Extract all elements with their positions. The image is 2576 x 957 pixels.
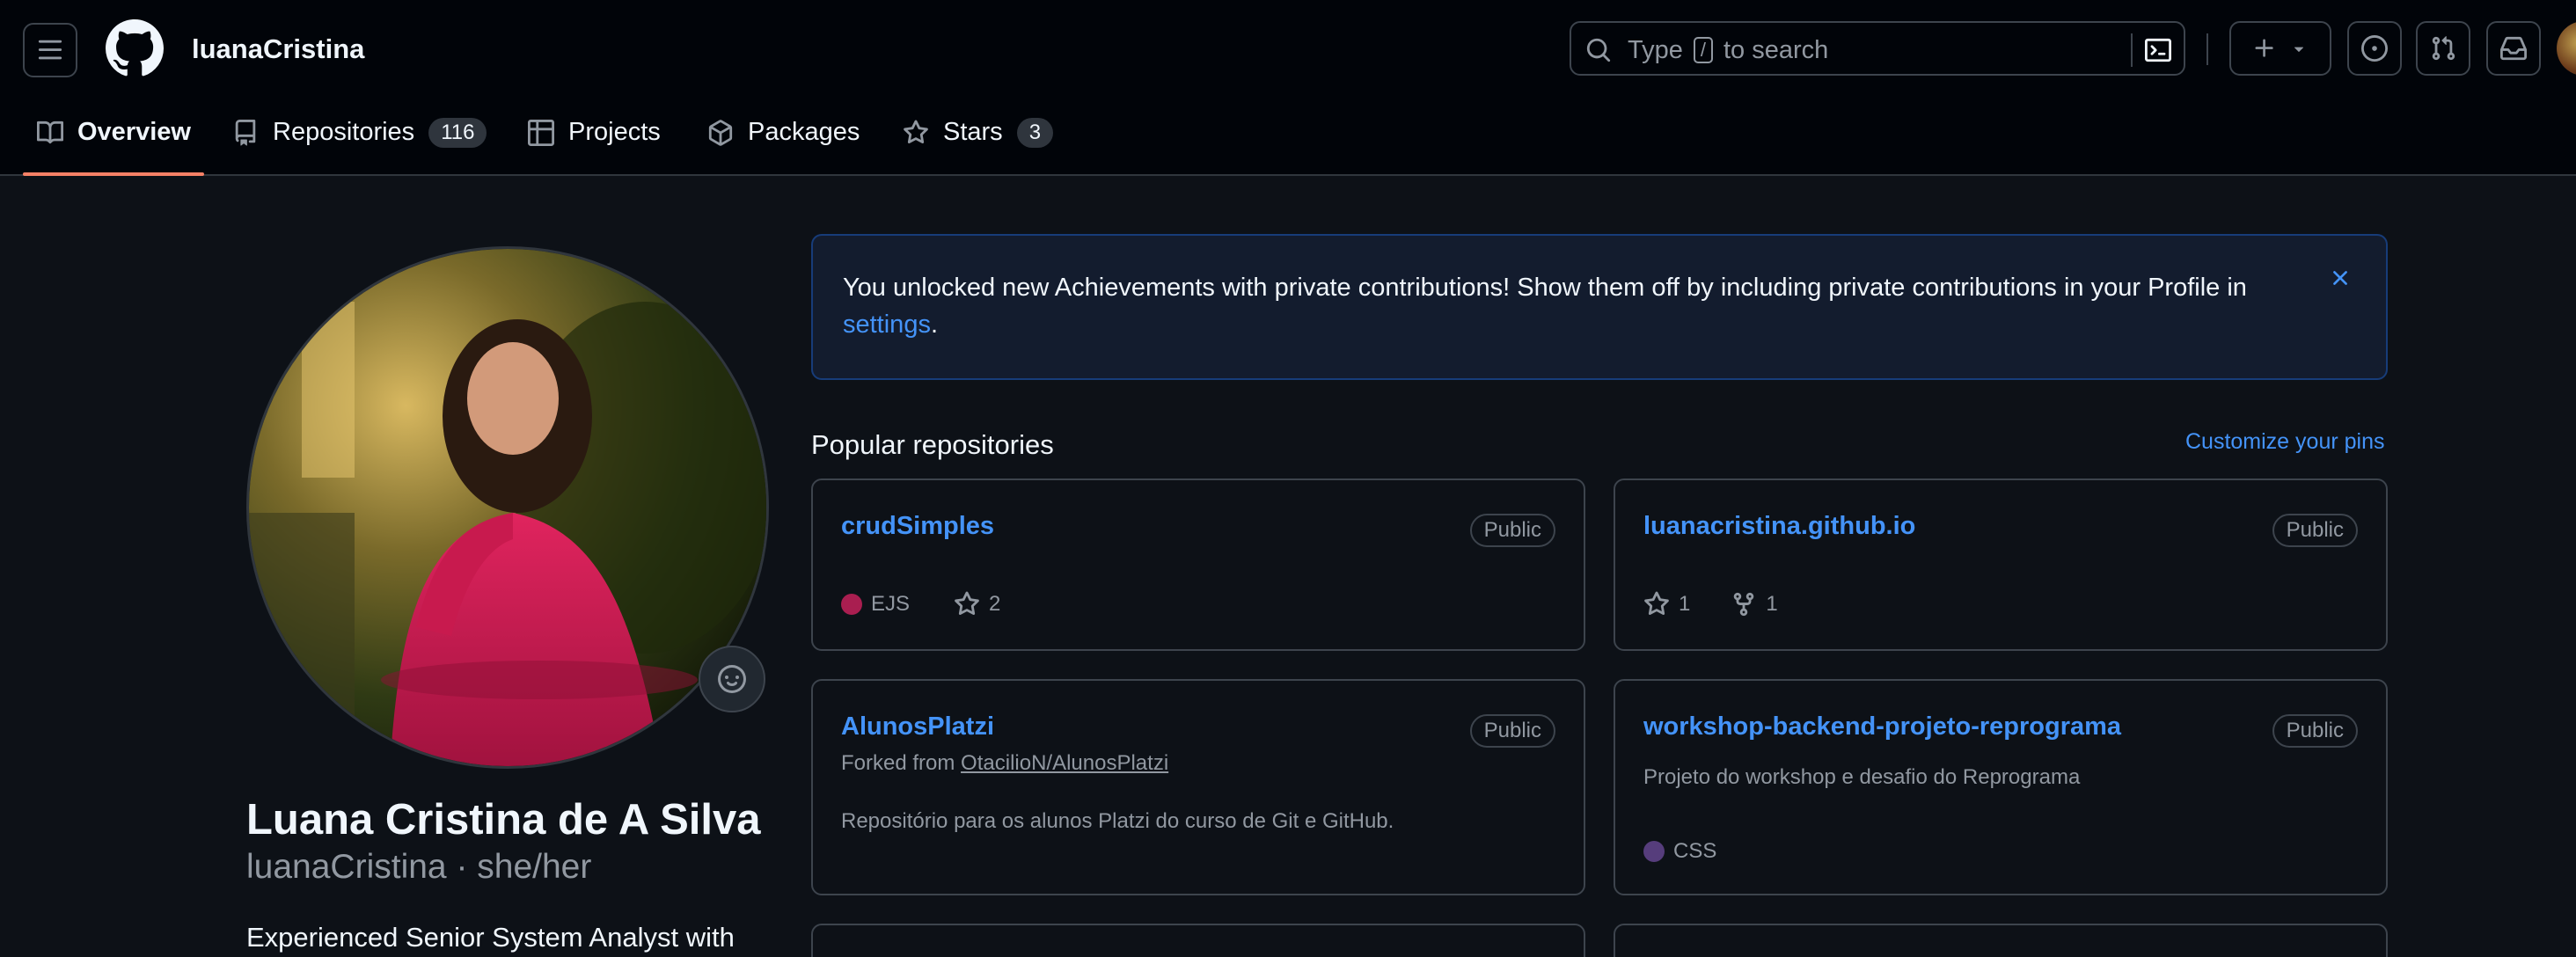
repo-name-link[interactable]: luanacristina.github.io <box>1643 512 1915 541</box>
visibility-badge: Public <box>1469 514 1555 547</box>
forked-from-prefix: Forked from <box>841 751 955 775</box>
star-icon[interactable] <box>954 591 980 617</box>
customize-pins-link[interactable]: Customize your pins <box>2185 429 2384 455</box>
repo-card: workshop-backend-projeto-reprograma Publ… <box>1614 679 2388 895</box>
tab-projects-label: Projects <box>568 118 661 146</box>
tab-projects[interactable]: Projects <box>528 109 661 176</box>
tab-overview-label: Overview <box>77 118 191 146</box>
language-color-dot <box>841 594 862 615</box>
visibility-badge: Public <box>2272 714 2358 748</box>
tab-stars[interactable]: Stars 3 <box>903 109 1054 176</box>
hamburger-menu-button[interactable] <box>23 23 77 77</box>
command-palette-icon[interactable] <box>2145 37 2171 63</box>
repo-card: crudSimples Public EJS 2 <box>811 478 1585 651</box>
book-icon <box>37 121 63 144</box>
flash-message-end: . <box>930 310 939 339</box>
pull-requests-button[interactable] <box>2416 21 2470 76</box>
forked-from-text: Forked from OtacilioN/AlunosPlatzi <box>841 751 1168 776</box>
set-status-button[interactable] <box>699 646 765 712</box>
active-tab-indicator <box>23 172 204 176</box>
tab-repositories-label: Repositories <box>273 118 415 146</box>
repo-meta: 1 1 <box>1643 591 1778 617</box>
flash-message: You unlocked new Achievements with priva… <box>843 269 2303 343</box>
tab-stars-label: Stars <box>943 118 1003 146</box>
repo-name-link[interactable]: workshop-backend-projeto-reprograma <box>1643 712 2121 741</box>
profile-login-pronouns: luanaCristina · she/her <box>246 848 592 886</box>
profile-full-name: Luana Cristina de A Silva <box>246 796 761 844</box>
issue-opened-icon <box>2361 35 2388 62</box>
github-logo-icon[interactable] <box>106 19 164 77</box>
close-icon[interactable] <box>2328 266 2353 290</box>
repo-language: CSS <box>1673 839 1717 863</box>
repo-meta: EJS 2 <box>841 591 1000 617</box>
visibility-badge: Public <box>2272 514 2358 547</box>
search-placeholder: Type / to search <box>1628 36 1829 64</box>
tab-repositories[interactable]: Repositories 116 <box>232 109 487 176</box>
repo-stars-count[interactable]: 1 <box>1679 592 1690 617</box>
repo-name-link[interactable]: crudSimples <box>841 512 994 541</box>
language-color-dot <box>1643 841 1665 862</box>
repo-forked-icon[interactable] <box>1731 591 1757 617</box>
forked-from-link[interactable]: OtacilioN/AlunosPlatzi <box>961 751 1168 775</box>
repo-language: EJS <box>871 592 911 616</box>
search-icon <box>1586 38 1611 62</box>
global-header: luanaCristina Type / to search Overview … <box>0 0 2576 176</box>
triangle-down-icon <box>2294 47 2304 52</box>
visibility-badge: Public <box>1469 714 1555 748</box>
menu-icon <box>38 40 62 60</box>
achievements-flash-banner: You unlocked new Achievements with priva… <box>811 234 2388 380</box>
git-pull-request-icon <box>2432 36 2455 61</box>
inbox-icon <box>2500 36 2527 61</box>
table-icon <box>528 120 554 146</box>
star-icon <box>904 120 928 144</box>
profile-bio: Experienced Senior System Analyst with <box>246 922 735 953</box>
profile-avatar[interactable] <box>246 246 769 769</box>
repo-forks-count[interactable]: 1 <box>1766 592 1777 617</box>
repo-name-link[interactable]: AlunosPlatzi <box>841 712 994 741</box>
repo-icon <box>235 120 256 146</box>
repo-card: luanacristina.github.io Public 1 1 <box>1614 478 2388 651</box>
tab-packages[interactable]: Packages <box>707 109 860 176</box>
search-divider <box>2131 33 2133 67</box>
smiley-icon <box>718 665 746 693</box>
profile-photo-image <box>249 249 766 766</box>
star-icon[interactable] <box>1643 591 1670 617</box>
repo-description: Repositório para os alunos Platzi do cur… <box>841 809 1394 833</box>
tab-overview[interactable]: Overview <box>37 109 191 176</box>
repo-card <box>811 924 1585 957</box>
tab-packages-label: Packages <box>748 118 860 146</box>
repo-card <box>1614 924 2388 957</box>
repo-meta: CSS <box>1643 839 1716 864</box>
repo-description: Projeto do workshop e desafio do Reprogr… <box>1643 765 2081 789</box>
profile-tabs: Overview Repositories 116 Projects Packa… <box>0 109 1144 176</box>
flash-message-text: You unlocked new Achievements with priva… <box>843 274 2247 302</box>
user-avatar-menu[interactable] <box>2557 21 2576 76</box>
search-shortcut-key: / <box>1693 37 1713 63</box>
inbox-button[interactable] <box>2486 21 2541 76</box>
popular-repositories-heading: Popular repositories <box>811 429 1054 460</box>
repo-stars-count[interactable]: 2 <box>989 592 1000 617</box>
package-icon <box>708 120 733 146</box>
repo-card: AlunosPlatzi Public Forked from Otacilio… <box>811 679 1585 895</box>
header-divider <box>2206 33 2208 65</box>
search-input[interactable]: Type / to search <box>1570 21 2185 76</box>
issues-button[interactable] <box>2347 21 2402 76</box>
stars-count-badge: 3 <box>1016 118 1054 148</box>
create-new-button[interactable] <box>2229 21 2331 76</box>
header-username-link[interactable]: luanaCristina <box>192 33 364 65</box>
repositories-count-badge: 116 <box>428 118 487 148</box>
settings-link[interactable]: settings <box>843 310 931 339</box>
plus-icon <box>2255 39 2273 57</box>
